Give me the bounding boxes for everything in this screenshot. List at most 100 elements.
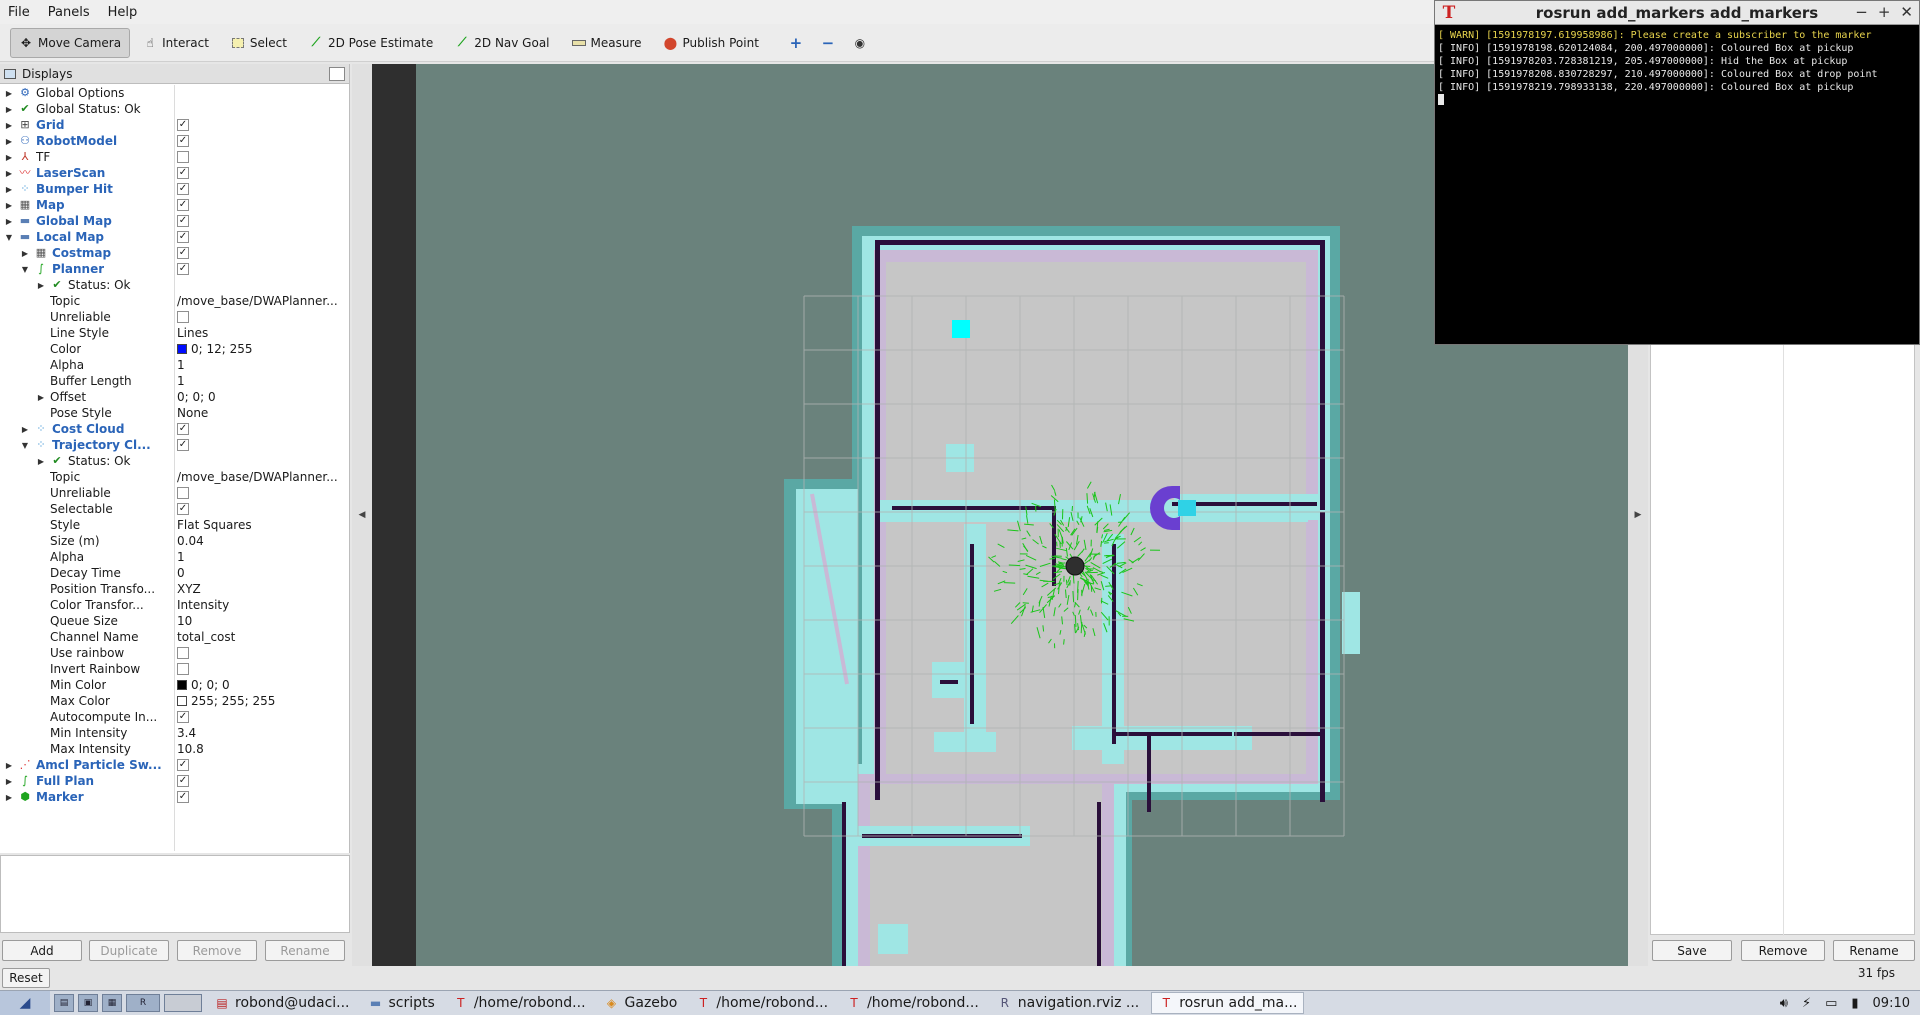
display-row-value[interactable]: ✓	[177, 759, 347, 771]
taskbar-task[interactable]: T/home/robond...	[447, 992, 592, 1014]
expand-arrow-right-icon[interactable]: ▶	[4, 169, 14, 178]
checkbox-checked[interactable]: ✓	[177, 247, 189, 259]
display-row-value[interactable]: 0; 0; 0	[177, 678, 347, 692]
terminal-launcher-icon[interactable]: ▣	[78, 994, 98, 1012]
network-icon[interactable]: ▭	[1825, 996, 1837, 1011]
expand-arrow-right-icon[interactable]: ▶	[36, 281, 46, 290]
display-row[interactable]: Unreliable	[0, 309, 350, 325]
display-row-value[interactable]: ✓	[177, 775, 347, 787]
display-row[interactable]: Selectable ✓	[0, 501, 350, 517]
display-row-value[interactable]: Lines	[177, 326, 347, 340]
checkbox-unchecked[interactable]	[177, 647, 189, 659]
save-view-button[interactable]: Save	[1652, 940, 1732, 961]
expand-arrow-right-icon[interactable]: ▶	[4, 105, 14, 114]
checkbox-checked[interactable]: ✓	[177, 167, 189, 179]
select-tool[interactable]: Select	[222, 28, 296, 58]
checkbox-checked[interactable]: ✓	[177, 231, 189, 243]
menu-panels[interactable]: Panels	[48, 5, 90, 20]
reset-button[interactable]: Reset	[2, 968, 50, 988]
checkbox-unchecked[interactable]	[177, 487, 189, 499]
display-row[interactable]: ▼ ⁘ Trajectory Cl... ✓	[0, 437, 350, 453]
power-icon[interactable]: ⚡︎	[1802, 996, 1811, 1011]
taskbar-task[interactable]: Rnavigation.rviz ...	[991, 992, 1145, 1014]
display-row[interactable]: ▶ ⅄ TF	[0, 149, 350, 165]
expand-arrow-down-icon[interactable]: ▼	[20, 441, 30, 450]
display-row[interactable]: Pose Style None	[0, 405, 350, 421]
display-row[interactable]: ▶ ⊞ Grid ✓	[0, 117, 350, 133]
duplicate-display-button[interactable]: Duplicate	[89, 940, 169, 961]
terminal-window[interactable]: T rosrun add_markers add_markers − + ✕ […	[1434, 0, 1920, 345]
expand-arrow-right-icon[interactable]: ▶	[4, 89, 14, 98]
expand-arrow-right-icon[interactable]: ▶	[4, 201, 14, 210]
display-row[interactable]: Use rainbow	[0, 645, 350, 661]
checkbox-checked[interactable]: ✓	[177, 503, 189, 515]
display-row[interactable]: Alpha 1	[0, 357, 350, 373]
terminal-titlebar[interactable]: T rosrun add_markers add_markers − + ✕	[1435, 1, 1919, 25]
remove-tool-button[interactable]: −	[814, 28, 842, 58]
display-row-value[interactable]: 1	[177, 374, 347, 388]
checkbox-checked[interactable]: ✓	[177, 711, 189, 723]
checkbox-unchecked[interactable]	[177, 151, 189, 163]
measure-tool[interactable]: Measure	[563, 28, 651, 58]
remove-view-button[interactable]: Remove	[1741, 940, 1825, 961]
display-row[interactable]: Size (m) 0.04	[0, 533, 350, 549]
checkbox-checked[interactable]: ✓	[177, 439, 189, 451]
display-row[interactable]: ▼ ▬ Local Map ✓	[0, 229, 350, 245]
menu-file[interactable]: File	[8, 5, 30, 20]
collapse-left-panel-button[interactable]: ◀	[352, 64, 372, 966]
display-row-value[interactable]: ✓	[177, 183, 347, 195]
display-row-value[interactable]: 0	[177, 566, 347, 580]
display-row-value[interactable]: /move_base/DWAPlanner...	[177, 470, 347, 484]
display-row[interactable]: ▶ ▦ Costmap ✓	[0, 245, 350, 261]
display-row[interactable]: ▶ ✔ Status: Ok	[0, 453, 350, 469]
expand-arrow-right-icon[interactable]: ▶	[20, 249, 30, 258]
terminal-output[interactable]: [ WARN] [1591978197.619958986]: Please c…	[1435, 25, 1919, 113]
display-row[interactable]: Position Transfo... XYZ	[0, 581, 350, 597]
display-row-value[interactable]: 10	[177, 614, 347, 628]
expand-arrow-right-icon[interactable]: ▶	[4, 217, 14, 226]
minimize-icon[interactable]: −	[1855, 3, 1868, 21]
display-row[interactable]: Alpha 1	[0, 549, 350, 565]
desktop-switcher-icon[interactable]	[164, 994, 202, 1012]
start-menu-button[interactable]: ◢	[0, 991, 50, 1015]
display-row[interactable]: Min Intensity 3.4	[0, 725, 350, 741]
display-row[interactable]: Channel Name total_cost	[0, 629, 350, 645]
display-row[interactable]: Line Style Lines	[0, 325, 350, 341]
add-display-button[interactable]: Add	[2, 940, 82, 961]
display-row-value[interactable]: total_cost	[177, 630, 347, 644]
interact-tool[interactable]: ☝ Interact	[134, 28, 218, 58]
display-row-value[interactable]: ✓	[177, 791, 347, 803]
display-row[interactable]: Topic/move_base/DWAPlanner...	[0, 469, 350, 485]
display-row[interactable]: ▶ ▬ Global Map ✓	[0, 213, 350, 229]
display-row[interactable]: ▶ ⚙ Global Options	[0, 85, 350, 101]
display-row[interactable]: Invert Rainbow	[0, 661, 350, 677]
publish-point-tool[interactable]: ⬤ Publish Point	[655, 28, 768, 58]
rename-view-button[interactable]: Rename	[1833, 940, 1915, 961]
display-row[interactable]: ▶ ⋰ Amcl Particle Sw... ✓	[0, 757, 350, 773]
display-row-value[interactable]: 255; 255; 255	[177, 694, 347, 708]
taskbar-task[interactable]: ◈ Gazebo	[598, 992, 684, 1014]
display-row-value[interactable]: ✓	[177, 423, 347, 435]
checkbox-checked[interactable]: ✓	[177, 215, 189, 227]
taskbar-task[interactable]: ▤ robond@udaci...	[208, 992, 356, 1014]
display-row-value[interactable]: None	[177, 406, 347, 420]
display-row-value[interactable]	[177, 311, 347, 323]
clock[interactable]: 09:10	[1873, 996, 1910, 1011]
display-row-value[interactable]	[177, 647, 347, 659]
display-row-value[interactable]: 0; 12; 255	[177, 342, 347, 356]
checkbox-unchecked[interactable]	[177, 311, 189, 323]
menu-help[interactable]: Help	[108, 5, 138, 20]
display-row-value[interactable]	[177, 151, 347, 163]
display-row[interactable]: Autocompute In... ✓	[0, 709, 350, 725]
display-row[interactable]: ▶ ⚇ RobotModel ✓	[0, 133, 350, 149]
display-row[interactable]: ▶ ⁘ Cost Cloud ✓	[0, 421, 350, 437]
expand-arrow-right-icon[interactable]: ▶	[36, 393, 46, 402]
checkbox-checked[interactable]: ✓	[177, 135, 189, 147]
display-row[interactable]: Min Color 0; 0; 0	[0, 677, 350, 693]
color-swatch[interactable]	[177, 680, 187, 690]
display-row[interactable]: Color 0; 12; 255	[0, 341, 350, 357]
taskbar-task[interactable]: Trosrun add_ma...	[1151, 992, 1305, 1014]
display-row[interactable]: Max Intensity 10.8	[0, 741, 350, 757]
nav-goal-tool[interactable]: ⟋ 2D Nav Goal	[446, 28, 558, 58]
display-row-value[interactable]: Intensity	[177, 598, 347, 612]
